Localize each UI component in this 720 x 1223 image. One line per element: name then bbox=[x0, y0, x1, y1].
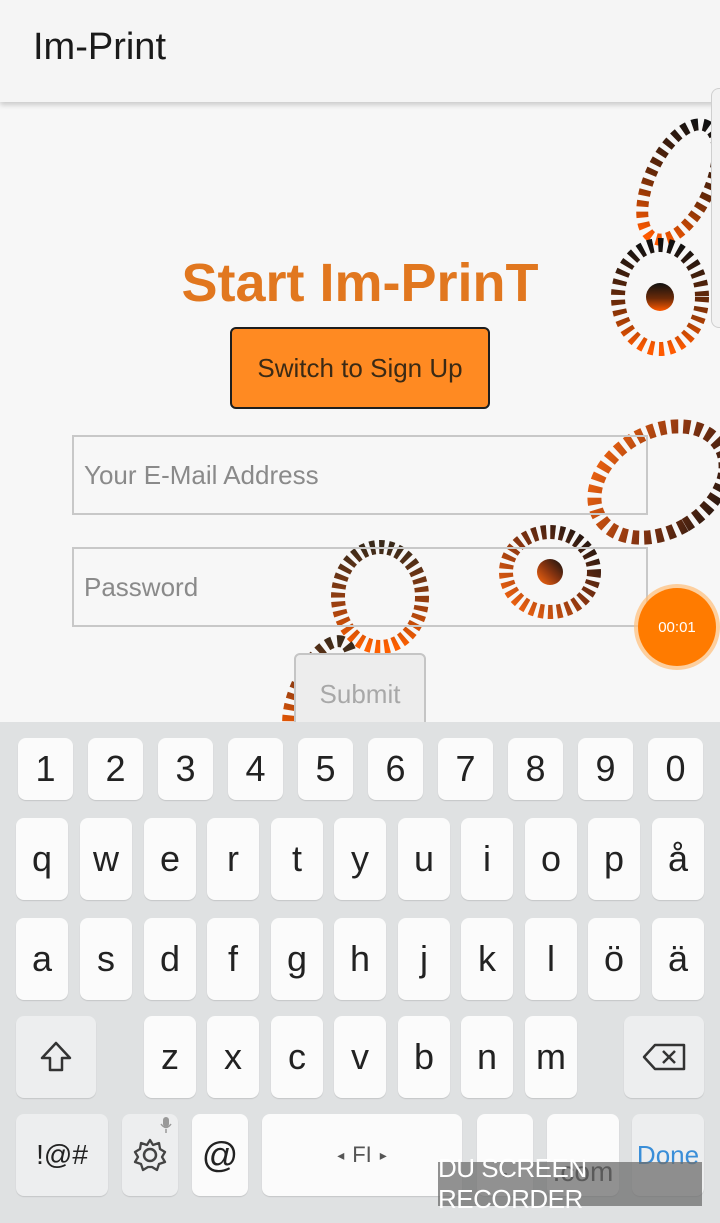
edge-panel-handle[interactable] bbox=[711, 88, 720, 328]
switch-to-signup-button[interactable]: Switch to Sign Up bbox=[230, 327, 490, 409]
footprints-decoration bbox=[282, 118, 720, 722]
key-o[interactable]: o bbox=[525, 818, 577, 900]
key-o-umlaut[interactable]: ö bbox=[588, 918, 640, 1000]
key-8[interactable]: 8 bbox=[508, 738, 563, 800]
key-p[interactable]: p bbox=[588, 818, 640, 900]
key-r[interactable]: r bbox=[207, 818, 259, 900]
key-a-ring[interactable]: å bbox=[652, 818, 704, 900]
key-x[interactable]: x bbox=[207, 1016, 259, 1098]
key-e[interactable]: e bbox=[144, 818, 196, 900]
app-bar: Im-Print bbox=[0, 0, 720, 102]
key-d[interactable]: d bbox=[144, 918, 196, 1000]
chevron-left-icon: ◂ bbox=[337, 1146, 345, 1163]
key-v[interactable]: v bbox=[334, 1016, 386, 1098]
recorder-timer-bubble[interactable]: 00:01 bbox=[638, 588, 716, 666]
key-q[interactable]: q bbox=[16, 818, 68, 900]
key-7[interactable]: 7 bbox=[438, 738, 493, 800]
key-2[interactable]: 2 bbox=[88, 738, 143, 800]
key-3[interactable]: 3 bbox=[158, 738, 213, 800]
key-l[interactable]: l bbox=[525, 918, 577, 1000]
key-g[interactable]: g bbox=[271, 918, 323, 1000]
key-a[interactable]: a bbox=[16, 918, 68, 1000]
space-key[interactable]: ◂ FI ▸ bbox=[262, 1114, 462, 1196]
key-y[interactable]: y bbox=[334, 818, 386, 900]
space-language-label: FI bbox=[352, 1142, 372, 1167]
key-w[interactable]: w bbox=[80, 818, 132, 900]
key-f[interactable]: f bbox=[207, 918, 259, 1000]
gear-icon bbox=[133, 1138, 167, 1172]
key-1[interactable]: 1 bbox=[18, 738, 73, 800]
chevron-right-icon: ▸ bbox=[379, 1146, 387, 1163]
key-b[interactable]: b bbox=[398, 1016, 450, 1098]
key-9[interactable]: 9 bbox=[578, 738, 633, 800]
page-headline: Start Im-PrinT bbox=[181, 253, 539, 313]
key-a-umlaut[interactable]: ä bbox=[652, 918, 704, 1000]
soft-keyboard: 1 2 3 4 5 6 7 8 9 0 q w e r t y u i o p … bbox=[0, 722, 720, 1223]
shift-icon bbox=[40, 1041, 72, 1072]
symbols-key[interactable]: !@# bbox=[16, 1114, 108, 1196]
key-k[interactable]: k bbox=[461, 918, 513, 1000]
backspace-icon bbox=[642, 1043, 686, 1071]
key-0[interactable]: 0 bbox=[648, 738, 703, 800]
key-u[interactable]: u bbox=[398, 818, 450, 900]
at-key[interactable]: @ bbox=[192, 1114, 248, 1196]
key-c[interactable]: c bbox=[271, 1016, 323, 1098]
key-h[interactable]: h bbox=[334, 918, 386, 1000]
key-5[interactable]: 5 bbox=[298, 738, 353, 800]
key-j[interactable]: j bbox=[398, 918, 450, 1000]
key-t[interactable]: t bbox=[271, 818, 323, 900]
settings-key[interactable] bbox=[122, 1114, 178, 1196]
email-field[interactable]: Your E-Mail Address bbox=[72, 435, 648, 515]
microphone-icon bbox=[160, 1117, 172, 1133]
key-6[interactable]: 6 bbox=[368, 738, 423, 800]
shift-key[interactable] bbox=[16, 1016, 96, 1098]
login-screen: Start Im-PrinT Switch to Sign Up Your E-… bbox=[0, 102, 720, 722]
submit-button[interactable]: Submit bbox=[294, 653, 426, 722]
key-s[interactable]: s bbox=[80, 918, 132, 1000]
key-m[interactable]: m bbox=[525, 1016, 577, 1098]
app-title: Im-Print bbox=[33, 26, 166, 68]
password-field[interactable]: Password bbox=[72, 547, 648, 627]
key-z[interactable]: z bbox=[144, 1016, 196, 1098]
backspace-key[interactable] bbox=[624, 1016, 704, 1098]
recorder-watermark: DU SCREEN RECORDER bbox=[438, 1153, 702, 1214]
key-n[interactable]: n bbox=[461, 1016, 513, 1098]
key-4[interactable]: 4 bbox=[228, 738, 283, 800]
key-i[interactable]: i bbox=[461, 818, 513, 900]
